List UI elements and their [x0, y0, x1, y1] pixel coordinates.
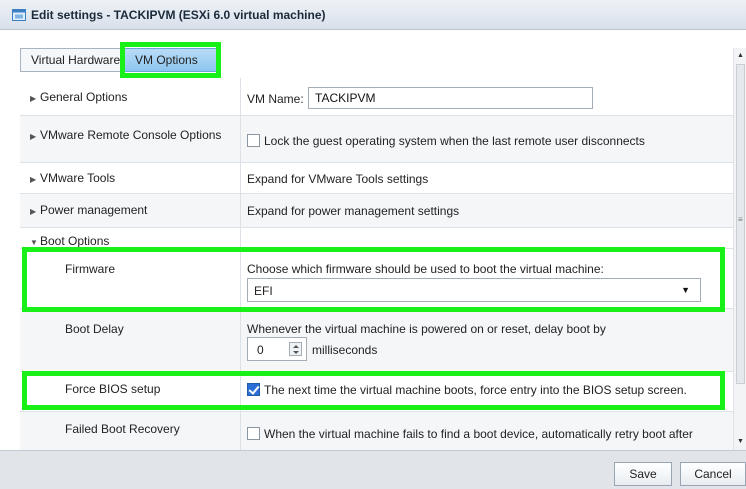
lock-guest-os-option[interactable]: Lock the guest operating system when the…	[247, 134, 645, 148]
lock-guest-os-checkbox[interactable]	[247, 134, 260, 147]
expand-arrow-icon: ▶	[30, 207, 37, 216]
firmware-label: Firmware	[65, 262, 115, 276]
row-failed-boot-recovery: Failed Boot Recovery When the virtual ma…	[20, 412, 733, 450]
row-power-management: ▶ Power management Expand for power manag…	[20, 194, 733, 228]
dialog-title: Edit settings - TACKIPVM (ESXi 6.0 virtu…	[31, 8, 326, 22]
collapse-arrow-icon: ▼	[30, 238, 38, 247]
firmware-description: Choose which firmware should be used to …	[247, 262, 604, 276]
row-vmware-tools: ▶ VMware Tools Expand for VMware Tools se…	[20, 163, 733, 194]
force-bios-checkbox[interactable]	[247, 383, 260, 396]
scrollbar-thumb[interactable]: ≡	[736, 64, 745, 384]
power-management-summary: Expand for power management settings	[247, 204, 460, 218]
dialog-title-bar: Edit settings - TACKIPVM (ESXi 6.0 virtu…	[0, 0, 746, 30]
expand-arrow-icon: ▶	[30, 175, 37, 184]
vmware-tools-toggle[interactable]: ▶ VMware Tools	[30, 171, 115, 185]
boot-options-toggle[interactable]: ▼ Boot Options	[30, 234, 109, 248]
row-general-options: ▶ General Options VM Name:	[20, 78, 733, 116]
stepper-arrows-icon[interactable]	[289, 342, 302, 356]
vertical-scrollbar[interactable]: ▲ ≡ ▼	[733, 48, 746, 450]
scroll-up-icon[interactable]: ▲	[737, 52, 744, 59]
vm-settings-icon	[12, 9, 26, 21]
failed-boot-retry-checkbox[interactable]	[247, 427, 260, 440]
scroll-down-icon[interactable]: ▼	[737, 438, 744, 445]
vm-options-panel: ▶General Options VM Name: ▶VMware Remote…	[20, 78, 733, 450]
force-bios-label: Force BIOS setup	[65, 382, 161, 396]
tab-virtual-hardware[interactable]: Virtual Hardware	[20, 48, 122, 72]
row-boot-options: ▼ Boot Options	[20, 228, 733, 249]
failed-boot-retry-option[interactable]: When the virtual machine fails to find a…	[247, 427, 693, 441]
row-boot-delay: Boot Delay Whenever the virtual machine …	[20, 309, 733, 372]
tab-vm-options[interactable]: VM Options	[124, 48, 217, 72]
save-button[interactable]: Save	[614, 462, 672, 486]
dropdown-arrow-icon: ▼	[681, 285, 690, 295]
cancel-button[interactable]: Cancel	[680, 462, 746, 486]
firmware-select[interactable]: EFI ▼	[247, 278, 701, 302]
dialog-footer: Save Cancel	[0, 450, 746, 489]
boot-delay-unit: milliseconds	[312, 343, 378, 357]
expand-arrow-icon: ▶	[30, 94, 37, 103]
row-firmware: Firmware Choose which firmware should be…	[20, 249, 733, 309]
boot-delay-stepper[interactable]: 0	[247, 337, 307, 361]
row-vmrc-options: ▶ VMware Remote Console Options Lock the …	[20, 116, 733, 163]
failed-boot-recovery-label: Failed Boot Recovery	[65, 422, 180, 436]
power-management-toggle[interactable]: ▶ Power management	[30, 203, 147, 217]
general-options-toggle[interactable]: ▶ General Options	[30, 90, 127, 104]
boot-delay-label: Boot Delay	[65, 322, 124, 336]
boot-delay-description: Whenever the virtual machine is powered …	[247, 322, 606, 336]
force-bios-option[interactable]: The next time the virtual machine boots,…	[247, 383, 687, 397]
expand-arrow-icon: ▶	[30, 132, 37, 141]
vmrc-options-toggle[interactable]: ▶ VMware Remote Console Options	[30, 128, 221, 142]
row-force-bios-setup: Force BIOS setup The next time the virtu…	[20, 372, 733, 412]
vm-name-input[interactable]	[308, 87, 593, 109]
tab-bar: Virtual Hardware VM Options	[0, 30, 746, 78]
grip-icon: ≡	[738, 215, 743, 224]
vm-name-label: VM Name:	[247, 92, 304, 106]
vmware-tools-summary: Expand for VMware Tools settings	[247, 172, 429, 186]
